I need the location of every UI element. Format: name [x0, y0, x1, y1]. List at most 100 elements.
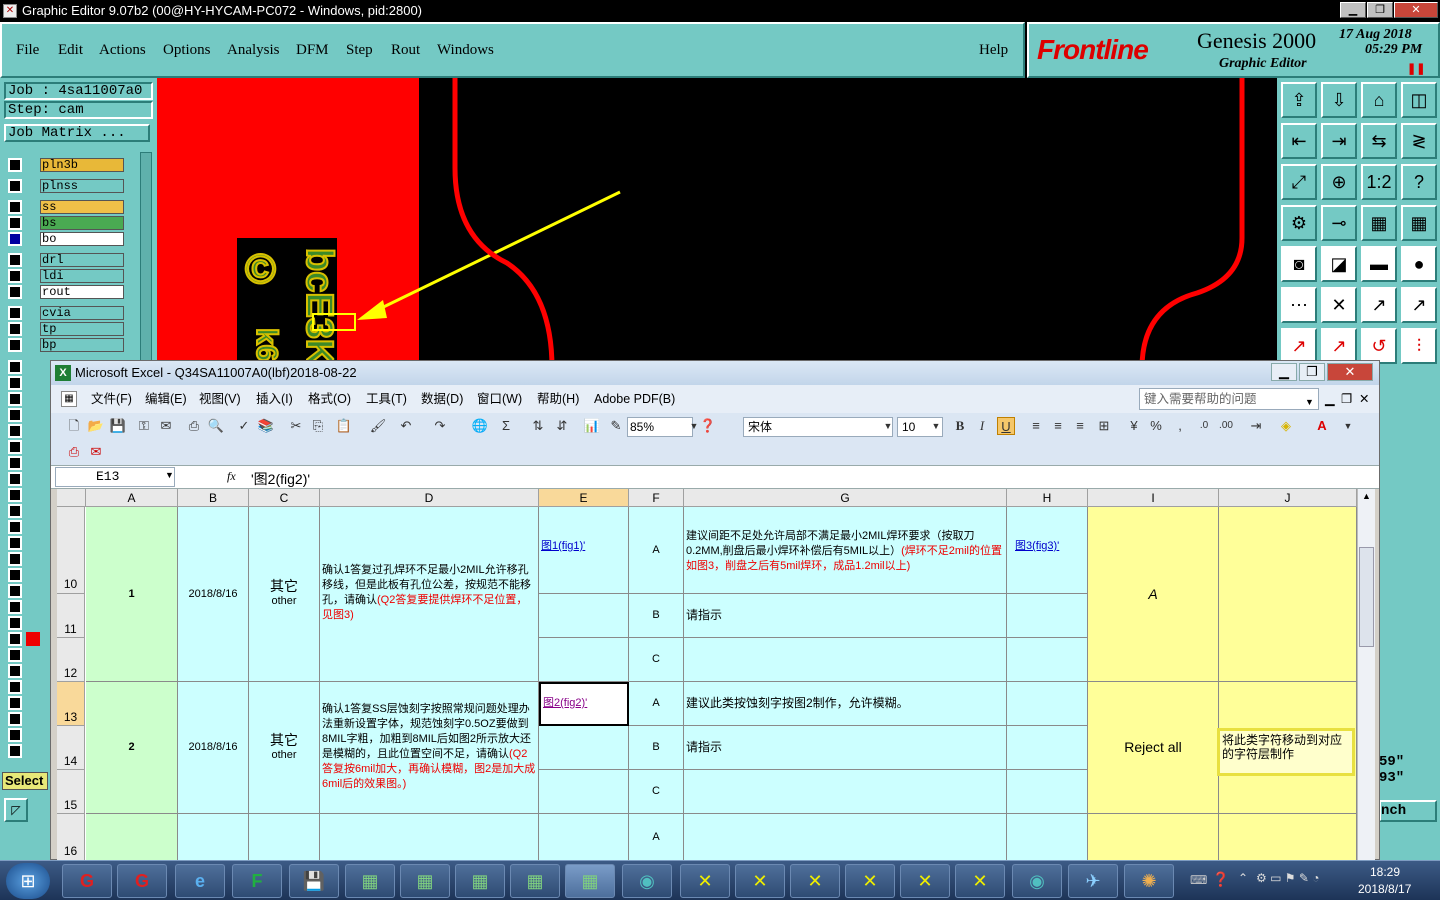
redo-icon[interactable]: ↷: [431, 417, 449, 435]
drawing-icon[interactable]: ✎: [607, 417, 625, 435]
line-icon[interactable]: ↗: [1401, 287, 1437, 323]
cell-no[interactable]: 1: [86, 507, 178, 682]
layer-checkbox[interactable]: [8, 232, 22, 246]
xwin-icon[interactable]: ✕: [680, 864, 730, 898]
column-header[interactable]: I: [1088, 489, 1219, 507]
xl-menu-tools[interactable]: 工具(T): [366, 385, 407, 413]
column-header[interactable]: A: [86, 489, 178, 507]
layer-checkbox[interactable]: [8, 392, 22, 406]
menu-windows[interactable]: Windows: [437, 42, 494, 59]
hyperlink-icon[interactable]: 🌐: [471, 417, 489, 435]
layer-checkbox[interactable]: [8, 360, 22, 374]
cell-empty[interactable]: [1007, 638, 1088, 682]
keyboard-icon[interactable]: ⌨: [1190, 873, 1207, 887]
row-header[interactable]: 13: [57, 682, 85, 726]
sort-desc-icon[interactable]: ⇵: [553, 417, 571, 435]
cell-figure[interactable]: 图3(fig3)': [1007, 507, 1088, 594]
help-search-input[interactable]: 键入需要帮助的问题: [1139, 388, 1319, 410]
excel-restore-button[interactable]: ❐: [1299, 363, 1325, 381]
cell-empty[interactable]: [684, 638, 1007, 682]
center-icon[interactable]: ⊕: [1321, 164, 1357, 200]
layer-checkbox[interactable]: [8, 269, 22, 283]
column-header[interactable]: B: [178, 489, 249, 507]
layer-checkbox[interactable]: [8, 600, 22, 614]
column-header[interactable]: G: [684, 489, 1007, 507]
percent-icon[interactable]: %: [1147, 417, 1165, 435]
permission-icon[interactable]: ⚿: [135, 417, 153, 435]
column-header[interactable]: J: [1219, 489, 1357, 507]
xl-menu-edit[interactable]: 编辑(E): [145, 385, 187, 413]
cell-option[interactable]: A: [629, 814, 684, 861]
menu-dfm[interactable]: DFM: [296, 42, 329, 59]
row-header[interactable]: 12: [57, 638, 85, 682]
ratio-icon[interactable]: 1:2: [1361, 164, 1397, 200]
layer-checkbox[interactable]: [8, 504, 22, 518]
vertical-scrollbar[interactable]: ▲: [1357, 489, 1375, 861]
row-header[interactable]: 11: [57, 594, 85, 638]
window-icon[interactable]: ◫: [1401, 82, 1437, 118]
cell-selected[interactable]: 图2(fig2)': [539, 682, 629, 726]
clock-date[interactable]: 2018/8/17: [1358, 882, 1411, 896]
xl-menu-format[interactable]: 格式(O): [308, 385, 351, 413]
scroll-up-icon[interactable]: ▲: [1362, 491, 1371, 501]
bold-button[interactable]: B: [951, 417, 969, 435]
grid-icon[interactable]: ▦: [1401, 205, 1437, 241]
layer-row[interactable]: rout: [8, 285, 124, 299]
minimize-button[interactable]: ▁: [1340, 2, 1366, 18]
graphic-canvas[interactable]: © bcE3K k6: [157, 78, 1277, 368]
tray-icons[interactable]: ⚙ ▭ ⚑ ✎ ◔: [1256, 871, 1320, 885]
column-header[interactable]: D: [320, 489, 539, 507]
cell-option[interactable]: B: [629, 594, 684, 638]
layer-checkbox[interactable]: [8, 680, 22, 694]
line-icon[interactable]: ↗: [1281, 328, 1317, 364]
font-size-dropdown-icon[interactable]: ▼: [927, 417, 945, 435]
cell-empty[interactable]: [1088, 814, 1219, 861]
xwin-icon[interactable]: ✕: [790, 864, 840, 898]
layer-checkbox[interactable]: [8, 584, 22, 598]
genesis-taskbar-icon[interactable]: G: [117, 864, 167, 898]
row-header[interactable]: 15: [57, 770, 85, 814]
layer-row[interactable]: bp: [8, 338, 124, 352]
layer-checkbox[interactable]: [8, 664, 22, 678]
decrease-decimal-icon[interactable]: .00: [1217, 417, 1235, 435]
toolbar-options-icon[interactable]: ▼: [1339, 417, 1357, 435]
doc-minimize-icon[interactable]: ▁: [1325, 385, 1335, 413]
row-header[interactable]: 10: [57, 507, 85, 594]
row-header[interactable]: 16: [57, 814, 85, 861]
select-button[interactable]: Select: [2, 772, 48, 790]
xl-menu-window[interactable]: 窗口(W): [477, 385, 522, 413]
workbook-icon[interactable]: ▦: [61, 391, 77, 407]
ie-icon[interactable]: e: [175, 864, 225, 898]
layer-checkbox[interactable]: [8, 424, 22, 438]
column-header[interactable]: C: [249, 489, 320, 507]
name-box-dropdown-icon[interactable]: ▼: [165, 470, 174, 480]
layer-checkbox[interactable]: [8, 728, 22, 742]
font-select[interactable]: 宋体: [743, 417, 893, 437]
cut-icon[interactable]: ✂: [287, 417, 305, 435]
underline-button[interactable]: U: [997, 417, 1015, 435]
dot-icon[interactable]: ●: [1401, 246, 1437, 282]
cell-empty[interactable]: [539, 770, 629, 814]
frontline-icon[interactable]: F: [232, 864, 282, 898]
cell-empty[interactable]: [320, 814, 539, 861]
help-icon[interactable]: ❓: [699, 417, 717, 435]
inch-button[interactable]: nch: [1379, 800, 1437, 822]
column-header[interactable]: F: [629, 489, 684, 507]
help-dropdown-icon[interactable]: ▼: [1305, 388, 1314, 416]
excel-taskbar-icon-active[interactable]: ▦: [565, 864, 615, 898]
excel-taskbar-icon[interactable]: ▦: [345, 864, 395, 898]
cell-empty[interactable]: [1219, 814, 1357, 861]
cell-suggestion[interactable]: 请指示: [684, 594, 1007, 638]
fx-icon[interactable]: fx: [227, 469, 236, 484]
layer-checkbox[interactable]: [8, 338, 22, 352]
pan-right-icon[interactable]: ⇥: [1321, 123, 1357, 159]
fig3-link[interactable]: 图3(fig3)': [1015, 540, 1059, 552]
menu-step[interactable]: Step: [346, 42, 373, 59]
layer-row[interactable]: ldi: [8, 269, 124, 283]
font-dropdown-icon[interactable]: ▼: [879, 417, 897, 435]
xl-menu-adobe-pdf[interactable]: Adobe PDF(B): [594, 385, 675, 413]
cell-empty[interactable]: [1007, 814, 1088, 861]
select-all-corner[interactable]: [57, 489, 86, 507]
layer-checkbox[interactable]: [8, 648, 22, 662]
layer-checkbox[interactable]: [8, 322, 22, 336]
